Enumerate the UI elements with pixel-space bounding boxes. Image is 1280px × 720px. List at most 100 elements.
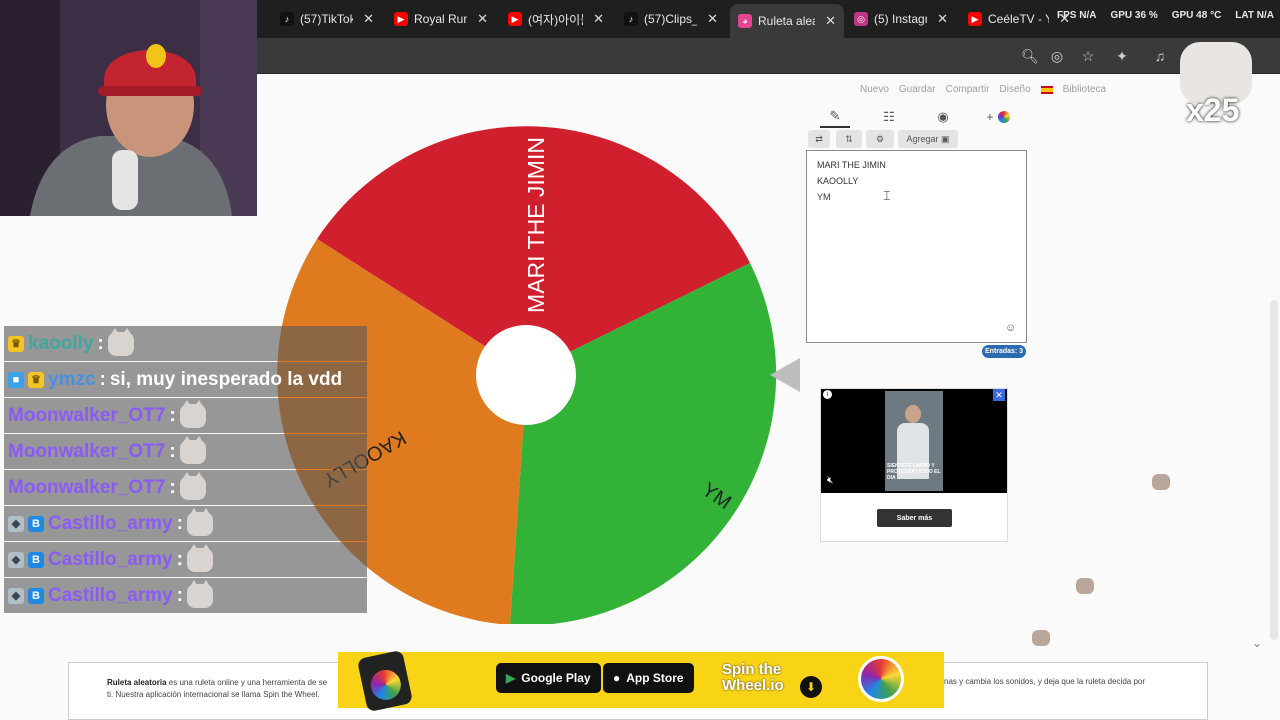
edit-pencil-icon[interactable]: ✎: [820, 106, 850, 128]
nav-library[interactable]: Biblioteca: [1063, 84, 1106, 95]
wheel-logo-icon: [858, 656, 904, 702]
chat-message: Moonwalker_OT7 :: [4, 398, 367, 433]
add-image-button[interactable]: Agregar ▣: [898, 130, 958, 148]
clipboard-icon[interactable]: ☷: [874, 106, 904, 128]
scroll-down-icon[interactable]: ⌄: [1252, 636, 1262, 650]
tab-label: (여자)아이들: [528, 12, 583, 27]
app-store-label: App Store: [626, 671, 684, 685]
browser-tab[interactable]: ▶ Royal Rumbl ✕: [386, 6, 496, 32]
bookmark-star-icon[interactable]: ☆: [1078, 46, 1098, 66]
cat-emote-icon: [179, 471, 206, 500]
description-text-right: nas y cambia los sonidos, y deja que la …: [944, 677, 1146, 686]
chat-username: ymzc: [48, 368, 96, 390]
close-tab-icon[interactable]: ✕: [477, 11, 488, 27]
browser-tab[interactable]: ♪ (57)Clips_Ce ✕: [616, 6, 726, 32]
ad-caption: SIENTETE LIMPIO Y PROTEGIDO TODO EL DIA: [887, 463, 941, 481]
ad-video-player[interactable]: i SIENTETE LIMPIO Y PROTEGIDO TODO EL DI…: [821, 389, 1007, 493]
fps-stat: FPS N/A: [1057, 10, 1097, 21]
youtube-icon: ▶: [508, 12, 522, 26]
chat-username: kaoolly: [28, 332, 94, 354]
entry-line: KAOOLLY: [817, 176, 859, 186]
nav-save[interactable]: Guardar: [899, 84, 936, 95]
chat-message: Moonwalker_OT7 :: [4, 470, 367, 505]
cat-emote-icon: [186, 543, 213, 572]
cat-emote-icon: [186, 507, 213, 536]
shield-badge-icon: ◆: [8, 587, 24, 604]
tab-label: (57)TikTok -: [300, 12, 354, 26]
browser-tab[interactable]: ♪ (57)TikTok - ✕: [272, 6, 382, 32]
chat-username: Castillo_army: [48, 584, 173, 606]
nav-design[interactable]: Diseño: [1000, 84, 1031, 95]
ad-info-icon[interactable]: i: [823, 390, 832, 399]
page-scrollbar[interactable]: [1270, 300, 1278, 640]
emoji-icon[interactable]: ☺: [1005, 322, 1016, 334]
logo-line-2: Wheel.io: [722, 677, 784, 694]
tab-label: Ruleta aleat: [758, 14, 815, 28]
ad-cta-button[interactable]: Saber más: [877, 509, 952, 527]
close-tab-icon[interactable]: ✕: [937, 11, 948, 27]
phone-image: [356, 649, 414, 713]
logo-line-1: Spin the: [722, 661, 782, 678]
extensions-icon[interactable]: ✦: [1112, 46, 1132, 66]
close-tab-icon[interactable]: ✕: [363, 11, 374, 27]
shuffle-button[interactable]: ⇄: [808, 130, 830, 148]
stream-chat-overlay: ♛ kaoolly : ■ ♛ ymzc : si, muy inesperad…: [4, 326, 367, 614]
chat-username: Castillo_army: [48, 548, 173, 570]
browser-tab[interactable]: ◎ (5) Instagran ✕: [846, 6, 956, 32]
media-control-icon[interactable]: ♫: [1150, 46, 1170, 66]
gpu-temp-stat: GPU 48 °C: [1171, 10, 1222, 21]
tab-label: Royal Rumbl: [414, 12, 467, 26]
close-tab-icon[interactable]: ✕: [825, 13, 836, 29]
video-ad[interactable]: i SIENTETE LIMPIO Y PROTEGIDO TODO EL DI…: [820, 388, 1008, 542]
add-button-label: Agregar: [906, 134, 939, 144]
app-store-button[interactable]: ● App Store: [603, 663, 694, 693]
zoom-icon[interactable]: 🔍︎: [1020, 46, 1040, 66]
chat-username: Castillo_army: [48, 512, 173, 534]
cat-emote-icon: [107, 327, 134, 356]
bts-badge-icon: B: [28, 551, 44, 568]
chat-message: Moonwalker_OT7 :: [4, 434, 367, 469]
settings-gear-icon[interactable]: ⚙: [866, 130, 894, 148]
floating-cat-icon: [1032, 630, 1050, 646]
cat-emote-icon: [179, 435, 206, 464]
entry-line: YM: [817, 192, 831, 202]
gpu-usage-stat: GPU 36 %: [1110, 10, 1158, 21]
nav-new[interactable]: Nuevo: [860, 84, 889, 95]
chat-message: ♛ kaoolly :: [4, 326, 367, 361]
wheel-center[interactable]: [476, 325, 576, 425]
google-play-icon: ▶: [506, 671, 516, 685]
hide-eye-icon[interactable]: ◉: [928, 106, 958, 128]
ad-close-icon[interactable]: ✕: [993, 389, 1005, 401]
sort-button[interactable]: ⇅: [836, 130, 862, 148]
instagram-icon: ◎: [854, 12, 868, 26]
bts-badge-icon: B: [28, 587, 44, 604]
language-flag-icon[interactable]: [1040, 86, 1053, 94]
webcam-image: [0, 0, 257, 216]
add-color-icon[interactable]: +: [978, 106, 1018, 128]
youtube-icon: ▶: [394, 12, 408, 26]
chat-message: ◆ B Castillo_army :: [4, 506, 367, 541]
download-icon[interactable]: ⬇: [800, 676, 822, 698]
chat-message: ■ ♛ ymzc : si, muy inesperado la vdd: [4, 362, 367, 397]
cat-emote-icon: [179, 399, 206, 428]
description-title: Ruleta aleatoria: [107, 678, 167, 687]
mute-icon[interactable]: 🔇︎: [827, 475, 833, 486]
close-tab-icon[interactable]: ✕: [707, 11, 718, 27]
close-tab-icon[interactable]: ✕: [593, 11, 604, 27]
browser-tab[interactable]: ◕ Ruleta aleat ✕: [730, 4, 844, 38]
shield-badge-icon: ◆: [8, 515, 24, 532]
entries-textarea[interactable]: MARI THE JIMIN KAOOLLY YM: [806, 150, 1027, 343]
streamer-webcam: [0, 0, 257, 216]
google-play-button[interactable]: ▶ Google Play: [496, 663, 601, 693]
crown-badge-icon: ♛: [8, 335, 24, 352]
entry-line: MARI THE JIMIN: [817, 160, 886, 170]
tab-label: CeéleTV - Yo: [988, 12, 1049, 26]
editor-tabs: ✎ ☷ ◉ +: [808, 106, 1028, 128]
nav-share[interactable]: Compartir: [946, 84, 990, 95]
floating-cat-icon: [1152, 474, 1170, 490]
chat-message: ◆ B Castillo_army :: [4, 542, 367, 577]
chat-username: Moonwalker_OT7: [8, 440, 166, 462]
reader-icon[interactable]: ◎: [1047, 46, 1067, 66]
latency-stat: LAT N/A: [1235, 10, 1274, 21]
browser-tab[interactable]: ▶ (여자)아이들 ✕: [500, 6, 612, 32]
